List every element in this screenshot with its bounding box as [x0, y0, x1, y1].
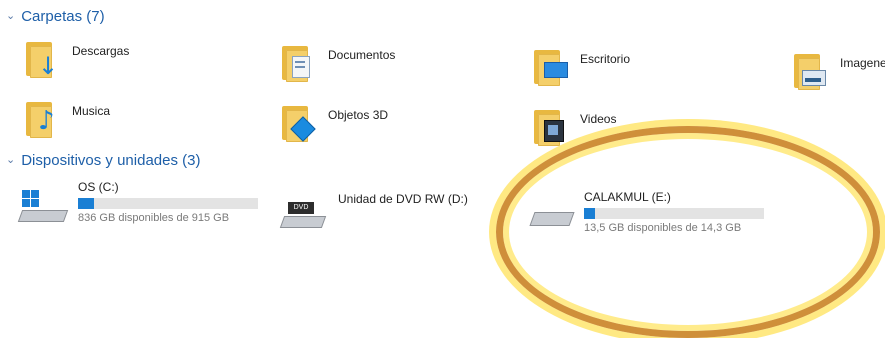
- drive-name: Unidad de DVD RW (D:): [338, 192, 468, 206]
- drive-usage-bar: [584, 208, 764, 219]
- film-icon: [532, 104, 570, 148]
- devices-group-label: Dispositivos y unidades (3): [21, 152, 201, 169]
- drive-e[interactable]: CALAKMUL (E:) 13,5 GB disponibles de 14,…: [524, 190, 764, 234]
- chevron-down-icon[interactable]: ⌄: [6, 153, 15, 166]
- drive-free-space: 836 GB disponibles de 915 GB: [78, 212, 230, 224]
- desktop-icon: [532, 44, 570, 88]
- folder-label: Imagenes: [840, 56, 885, 70]
- folder-label: Descargas: [72, 44, 130, 58]
- chevron-down-icon[interactable]: ⌄: [6, 9, 15, 22]
- dvd-drive-icon: DVD: [278, 192, 328, 236]
- drive-d[interactable]: DVD Unidad de DVD RW (D:): [278, 192, 468, 236]
- drive-usage-bar: [78, 198, 258, 209]
- folder-escritorio[interactable]: Escritorio: [532, 44, 630, 88]
- folders-group-header[interactable]: ⌄ Carpetas (7): [6, 8, 105, 25]
- drive-name: OS (C:): [78, 180, 119, 194]
- download-arrow-icon: ↓: [24, 36, 62, 80]
- drive-name: CALAKMUL (E:): [584, 190, 671, 204]
- folder-musica[interactable]: ♪ Musica: [24, 96, 110, 140]
- folder-label: Objetos 3D: [328, 108, 389, 122]
- folder-label: Videos: [580, 112, 617, 126]
- folder-label: Documentos: [328, 48, 396, 62]
- folder-documentos[interactable]: Documentos: [280, 40, 395, 84]
- folder-label: Escritorio: [580, 52, 631, 66]
- music-note-icon: ♪: [24, 96, 62, 140]
- folder-objetos-3d[interactable]: Objetos 3D: [280, 100, 388, 144]
- drive-c[interactable]: OS (C:) 836 GB disponibles de 915 GB: [17, 180, 258, 224]
- pictures-icon: [792, 48, 830, 92]
- folder-videos[interactable]: Videos: [532, 104, 616, 148]
- windows-drive-icon: [17, 180, 69, 224]
- usb-drive-icon: [524, 190, 575, 234]
- folders-group-label: Carpetas (7): [21, 8, 105, 25]
- 3d-object-icon: [280, 100, 318, 144]
- document-icon: [280, 40, 318, 84]
- devices-group-header[interactable]: ⌄ Dispositivos y unidades (3): [6, 152, 200, 169]
- folder-label: Musica: [72, 104, 111, 118]
- folder-imagenes[interactable]: Imagenes: [792, 48, 885, 92]
- drive-free-space: 13,5 GB disponibles de 14,3 GB: [584, 222, 742, 234]
- folder-descargas[interactable]: ↓ Descargas: [24, 36, 129, 80]
